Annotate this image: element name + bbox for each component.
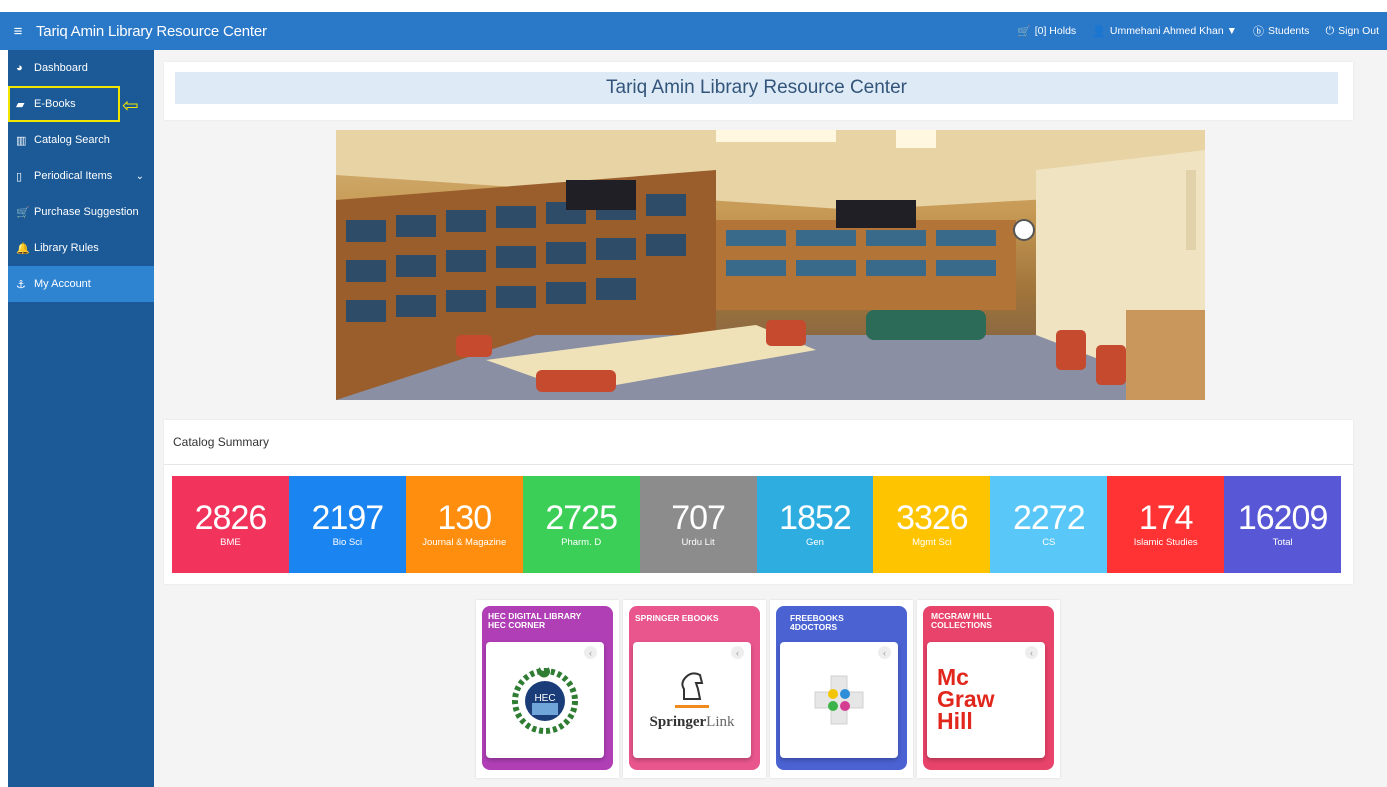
title-card: Tariq Amin Library Resource Center — [164, 62, 1353, 120]
stat-value: 2725 — [545, 499, 618, 537]
pie-chart-icon: ◕ — [16, 62, 23, 74]
ebook-card-mcgraw-hill[interactable]: MCGRAW HILL COLLECTIONS Mc Graw Hill ‹ — [917, 600, 1060, 778]
stat-value: 130 — [437, 499, 492, 537]
user-icon: 👤 — [1092, 25, 1106, 38]
sidebar-item-ebooks[interactable]: ▰ E-Books — [8, 86, 120, 122]
stat-tile-gen: 1852 Gen — [756, 476, 874, 573]
stat-tile-bme: 2826 BME — [172, 476, 289, 573]
main-content: Tariq Amin Library Resource Center Catal… — [154, 50, 1387, 787]
sidebar-item-dashboard[interactable]: ◕ Dashboard — [8, 50, 154, 86]
ebook-title: SPRINGER EBOOKS — [635, 613, 719, 623]
sidebar-item-catalog-search[interactable]: ▥ Catalog Search — [8, 122, 154, 158]
sidebar-item-purchase-suggestion[interactable]: 🛒 Purchase Suggestion — [8, 194, 154, 230]
mcgraw-hill-logo-text: Mc Graw Hill — [937, 664, 995, 734]
chevron-left-icon[interactable]: ‹ — [584, 646, 597, 659]
top-navbar: ≡ Tariq Amin Library Resource Center 🛒 [… — [0, 12, 1387, 50]
bell-icon: 🔔 — [16, 242, 30, 255]
catalog-summary-card: Catalog Summary 2826 BME 2197 Bio Sci 13… — [164, 420, 1353, 584]
cart-icon: 🛒 — [1017, 25, 1031, 38]
power-icon: ⏻ — [1325, 24, 1335, 37]
cart-icon: 🛒 — [16, 206, 30, 219]
stat-tile-islamic-studies: 174 Islamic Studies — [1107, 476, 1225, 573]
menu-toggle-icon[interactable]: ≡ — [0, 23, 36, 40]
sign-out-link[interactable]: ⏻ Sign Out — [1325, 25, 1379, 38]
holds-link[interactable]: 🛒 [0] Holds — [1017, 25, 1076, 38]
library-banner-image — [336, 130, 1205, 400]
chevron-down-icon: ⌄ — [135, 170, 144, 182]
springer-horse-icon — [681, 672, 704, 700]
hec-logo-icon: HEC — [512, 667, 578, 734]
ebook-logo-panel: HEC — [486, 642, 604, 758]
app-title[interactable]: Tariq Amin Library Resource Center — [36, 23, 267, 40]
file-icon: ▯ — [16, 170, 23, 183]
ebook-logo-panel — [780, 642, 898, 758]
stat-tile-bio-sci: 2197 Bio Sci — [288, 476, 406, 573]
catalog-summary-title: Catalog Summary — [164, 420, 1353, 465]
sidebar-item-periodical-items[interactable]: ▯ Periodical Items ⌄ — [8, 158, 154, 194]
stat-value: 2826 — [194, 499, 268, 537]
stat-tile-urdu-lit: 707 Urdu Lit — [639, 476, 757, 573]
annotation-arrow-icon: ⇦ — [122, 95, 139, 117]
stat-value: 2197 — [311, 499, 385, 537]
ebook-logo-panel: SpringerLink — [633, 642, 751, 758]
ebook-card-freebooks4doctors[interactable]: FREEBOOKS 4DOCTORS ‹ — [770, 600, 913, 778]
ebook-logo-panel: Mc Graw Hill — [927, 642, 1045, 758]
ebook-collections: HEC DIGITAL LIBRARY HEC CORNER HEC ‹ SPR… — [476, 600, 1060, 778]
page-title: Tariq Amin Library Resource Center — [175, 72, 1338, 104]
stat-label: BME — [220, 537, 241, 548]
role-badge-icon: ⓑ — [1252, 26, 1264, 38]
stat-label: Pharm. D — [561, 537, 602, 548]
ebook-title: MCGRAW HILL COLLECTIONS — [931, 611, 992, 630]
chevron-left-icon[interactable]: ‹ — [878, 646, 891, 659]
stat-label: Mgmt Sci — [912, 537, 952, 548]
anchor-icon: ⚓ — [16, 278, 26, 291]
ebook-card-springer[interactable]: SPRINGER EBOOKS SpringerLink ‹ — [623, 600, 766, 778]
book-icon: ▰ — [16, 98, 25, 111]
springer-logo-text: SpringerLink — [649, 714, 735, 730]
catalog-stats-row: 2826 BME 2197 Bio Sci 130 Journal & Maga… — [172, 476, 1342, 573]
role-link[interactable]: ⓑ Students — [1253, 23, 1309, 39]
stat-value: 2272 — [1012, 499, 1086, 537]
sidebar: ◕ Dashboard ▰ E-Books ▥ Catalog Search ▯… — [8, 50, 154, 787]
stat-label: Bio Sci — [332, 537, 363, 548]
stat-value: 16209 — [1237, 499, 1329, 537]
stat-label: Urdu Lit — [681, 537, 715, 548]
stat-label: Journal & Magazine — [422, 537, 507, 548]
svg-text:HEC: HEC — [534, 693, 555, 704]
chevron-left-icon[interactable]: ‹ — [1025, 646, 1038, 659]
medical-cross-icon — [814, 675, 864, 725]
stat-tile-cs: 2272 CS — [990, 476, 1108, 573]
chevron-left-icon[interactable]: ‹ — [731, 646, 744, 659]
stat-tile-total: 16209 Total — [1224, 476, 1342, 573]
ebook-card-hec[interactable]: HEC DIGITAL LIBRARY HEC CORNER HEC ‹ — [476, 600, 619, 778]
ebook-title: FREEBOOKS 4DOCTORS — [790, 613, 844, 632]
sidebar-item-my-account[interactable]: ⚓ My Account — [8, 266, 154, 302]
stat-label: Gen — [806, 537, 824, 548]
stat-label: CS — [1042, 537, 1056, 548]
stat-tile-mgmt-sci: 3326 Mgmt Sci — [873, 476, 991, 573]
springer-underline — [675, 705, 709, 708]
stat-label: Islamic Studies — [1133, 537, 1198, 548]
library-photo — [336, 130, 1205, 400]
stat-value: 707 — [671, 499, 726, 537]
sidebar-item-library-rules[interactable]: 🔔 Library Rules — [8, 230, 154, 266]
stat-value: 1852 — [779, 499, 852, 537]
open-book-icon: ▥ — [16, 134, 27, 147]
stat-value: 174 — [1138, 499, 1194, 537]
stat-label: Total — [1272, 537, 1293, 548]
user-menu[interactable]: 👤 Ummehani Ahmed Khan ▼ — [1092, 25, 1237, 38]
stat-tile-pharm-d: 2725 Pharm. D — [522, 476, 640, 573]
stat-tile-journal-magazine: 130 Journal & Magazine — [405, 476, 523, 573]
stat-value: 3326 — [896, 499, 969, 537]
ebook-title: HEC DIGITAL LIBRARY HEC CORNER — [488, 611, 582, 630]
